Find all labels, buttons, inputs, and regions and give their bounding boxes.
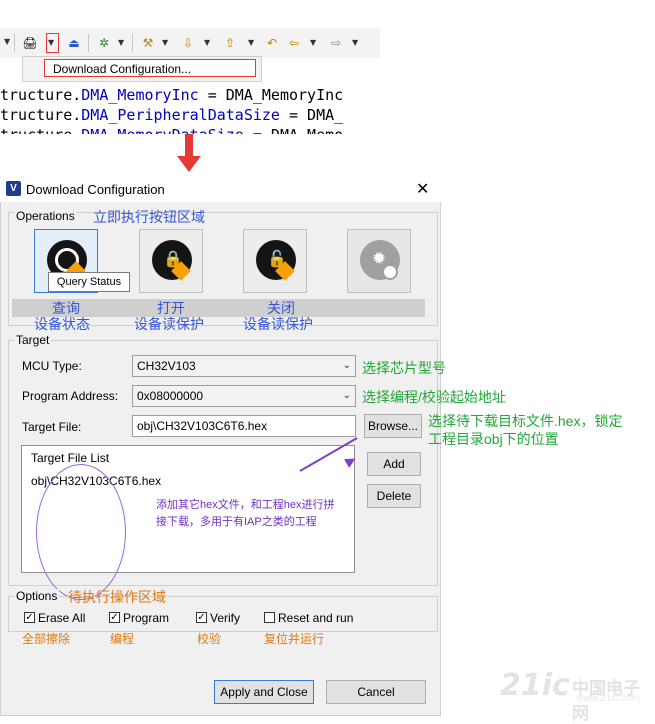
reset-and-run-checkbox[interactable] — [264, 612, 275, 623]
code-line: tructure.DMA_MemoryDataSize = DMA_Memo — [0, 126, 343, 134]
chevron-down-icon: ⌄ — [342, 360, 351, 371]
protect-button[interactable]: 🔓 — [243, 229, 307, 293]
code-editor: tructure.DMA_MemoryInc = DMA_MemoryInc t… — [0, 84, 380, 134]
menu-item-download-configuration[interactable]: Download Configuration... — [44, 59, 256, 77]
program-annotation: 编程 — [110, 632, 135, 646]
dropdown-highlight — [46, 33, 59, 53]
options-label: Options — [14, 589, 60, 603]
code-line: tructure.DMA_MemoryInc = DMA_MemoryInc — [0, 86, 344, 104]
toolbar-separator — [88, 34, 89, 52]
mcu-type-label: MCU Type: — [22, 359, 82, 373]
program-address-select[interactable]: 0x08000000 ⌄ — [132, 385, 356, 407]
mcu-annotation: 选择芯片型号 — [362, 360, 446, 376]
watermark-url: www.21ic.com — [576, 693, 640, 704]
chevron-down-icon[interactable]: ▼ — [310, 38, 316, 47]
list-header: Target File List — [31, 451, 110, 465]
query-caption-line2: 设备状态 — [34, 316, 90, 332]
chevron-down-icon[interactable]: ▼ — [352, 38, 358, 47]
erase-all-annotation: 全部擦除 — [22, 632, 71, 646]
reset-and-run-label: Reset and run — [278, 611, 354, 625]
chevron-down-icon[interactable]: ▼ — [162, 38, 168, 47]
tooltip: Query Status — [48, 272, 130, 292]
watermark-number: 21ic — [500, 668, 570, 703]
close-icon[interactable]: ✕ — [416, 179, 429, 198]
unprotect-button[interactable]: 🔒 — [139, 229, 203, 293]
chevron-down-icon[interactable]: ▼ — [248, 38, 254, 47]
dropdown-arrow-icon[interactable]: ▼ — [4, 37, 10, 46]
operations-label: Operations — [14, 209, 77, 223]
file-annotation-line1: 选择待下载目标文件.hex，锁定 — [428, 413, 623, 429]
delete-button[interactable]: Delete — [367, 484, 421, 508]
cancel-button[interactable]: Cancel — [326, 680, 426, 704]
chevron-down-icon: ⌄ — [342, 390, 351, 401]
verify-label: Verify — [210, 611, 241, 625]
apply-and-close-button[interactable]: Apply and Close — [214, 680, 314, 704]
mcu-type-select[interactable]: CH32V103 ⌄ — [132, 355, 356, 377]
file-annotation-line2: 工程目录obj下的位置 — [428, 431, 559, 447]
add-button[interactable]: Add — [367, 452, 421, 476]
chevron-down-icon[interactable]: ▼ — [204, 38, 210, 47]
program-address-label: Program Address: — [22, 389, 119, 403]
step-down-icon[interactable]: ⇩ — [180, 35, 196, 51]
ban-icon — [382, 264, 398, 280]
run-debug-icon[interactable]: ⏏ — [66, 35, 82, 51]
operations-annotation: 立即执行按钮区域 — [93, 209, 205, 225]
note-annotation: 添加其它hex文件，和工程hex进行拼 接下载，多用于有IAP之类的工程 — [156, 497, 376, 531]
disabled-debug-button: ✹ — [347, 229, 411, 293]
address-annotation: 选择编程/校验起始地址 — [362, 389, 506, 405]
unprotect-caption-line2: 设备读保护 — [134, 316, 204, 332]
target-label: Target — [14, 333, 52, 347]
back-arrow-icon[interactable]: ↶ — [264, 35, 280, 51]
bug-gear-icon[interactable]: ✲ — [96, 35, 112, 51]
toolbar-separator — [132, 34, 133, 52]
target-file-label: Target File: — [22, 420, 82, 434]
verify-checkbox[interactable]: ✓ — [196, 612, 207, 623]
toolbar-separator — [14, 34, 15, 52]
note-line1: 添加其它hex文件，和工程hex进行拼 — [156, 499, 335, 511]
step-up-icon[interactable]: ⇧ — [222, 35, 238, 51]
browse-button[interactable]: Browse... — [364, 414, 422, 438]
protect-caption-line2: 设备读保护 — [243, 316, 313, 332]
options-annotation: 待执行操作区域 — [68, 589, 166, 605]
chevron-down-icon[interactable]: ▼ — [118, 38, 124, 47]
verify-annotation: 校验 — [197, 632, 222, 646]
forward-icon[interactable]: ⇨ — [328, 35, 344, 51]
annotation-ellipse — [36, 464, 126, 600]
program-label: Program — [123, 611, 170, 625]
back-icon[interactable]: ⇦ — [286, 35, 302, 51]
reset-and-run-annotation: 复位并运行 — [264, 632, 325, 646]
code-line: tructure.DMA_PeripheralDataSize = DMA_ — [0, 106, 344, 124]
app-logo-icon: V — [6, 181, 21, 196]
watermark-logo: 21ic 中国电子网 www.21ic.com — [500, 668, 650, 723]
erase-all-checkbox[interactable]: ✓ — [24, 612, 35, 623]
hammer-icon[interactable]: ⚒ — [140, 35, 156, 51]
note-line2: 接下载，多用于有IAP之类的工程 — [156, 516, 317, 528]
target-file-input[interactable]: obj\CH32V103C6T6.hex — [132, 415, 356, 437]
red-arrow-head-icon — [177, 156, 201, 172]
download-config-icon[interactable]: 🖨 — [22, 35, 38, 51]
erase-all-label: Erase All — [38, 611, 86, 625]
dialog-title: Download Configuration — [26, 182, 165, 197]
program-checkbox[interactable]: ✓ — [109, 612, 120, 623]
